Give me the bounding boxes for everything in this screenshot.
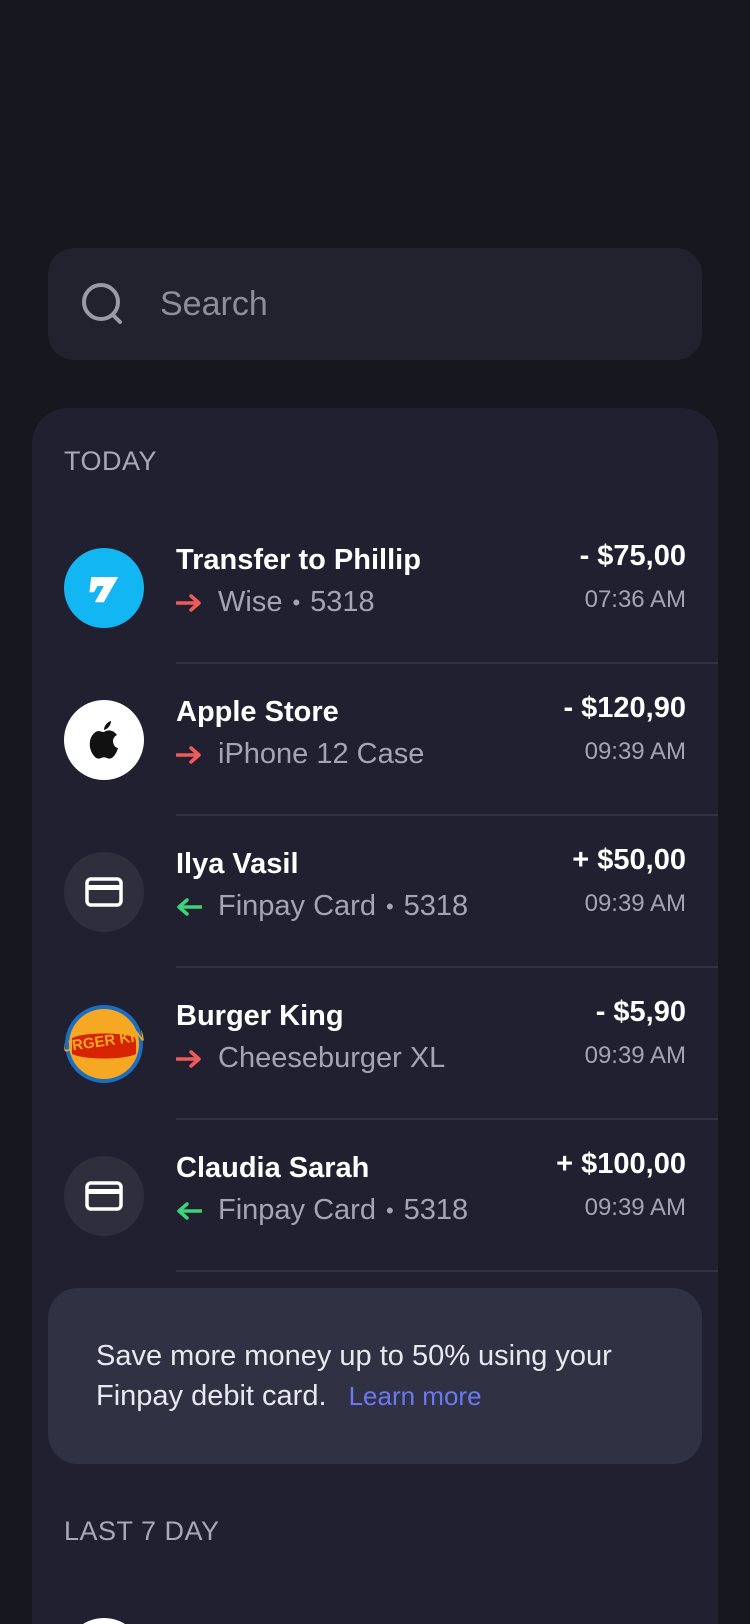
transaction-method: Finpay Card [218, 1194, 376, 1226]
transaction-amount: - $5,90 [595, 996, 686, 1028]
transaction-title: Claudia Sarah [176, 1152, 370, 1184]
search-input[interactable] [160, 284, 660, 324]
card-icon [64, 852, 144, 932]
transaction-amount: + $50,00 [572, 844, 686, 876]
card-last4: 5318 [403, 1194, 469, 1226]
promo-banner: Save more money up to 50% using your Fin… [48, 1288, 702, 1464]
transaction-row-claudia-sarah[interactable]: Claudia Sarah Finpay Card • 5318 + $100,… [32, 1120, 718, 1272]
search-bar[interactable] [48, 248, 702, 360]
transaction-subline: Wise • 5318 [176, 586, 375, 619]
transaction-subline: Finpay Card • 5318 [176, 1194, 468, 1227]
transaction-amount: - $120,90 [563, 692, 686, 724]
transaction-row-transfer-phillip[interactable]: Transfer to Phillip Wise • 5318 - $75,00… [32, 512, 718, 664]
transaction-time: 09:39 AM [584, 1194, 686, 1221]
transactions-panel: TODAY Transfer to Phillip Wise • 5318 - … [32, 408, 718, 1624]
transaction-title: Transfer to Phillip [176, 544, 421, 576]
avatar [64, 1618, 144, 1624]
card-last4: 5318 [310, 586, 375, 618]
transaction-title: Burger King [176, 1000, 344, 1032]
transaction-time: 09:39 AM [584, 738, 686, 765]
transaction-title: Apple Store [176, 696, 339, 728]
transaction-time: 09:39 AM [584, 1042, 686, 1069]
incoming-arrow-icon [177, 897, 202, 916]
transaction-time: 07:36 AM [584, 586, 686, 613]
transaction-method: Wise [218, 586, 283, 618]
learn-more-link[interactable]: Learn more [349, 1381, 482, 1411]
outgoing-arrow-icon [176, 593, 201, 612]
transaction-row-ilya-vasil[interactable]: Ilya Vasil Finpay Card • 5318 + $50,00 0… [32, 816, 718, 968]
transaction-row-burger-king[interactable]: BURGER KING Burger King Cheeseburger XL … [32, 968, 718, 1120]
outgoing-arrow-icon [176, 745, 201, 764]
transaction-row-apple-store[interactable]: Apple Store iPhone 12 Case - $120,90 09:… [32, 664, 718, 816]
transaction-subline: Finpay Card • 5318 [176, 890, 468, 923]
transaction-amount: - $75,00 [579, 540, 686, 572]
transaction-method: iPhone 12 Case [218, 738, 425, 770]
row-divider [176, 1270, 718, 1272]
transaction-subline: Cheeseburger XL [176, 1042, 445, 1075]
burger-king-logo-icon: BURGER KING [64, 1004, 144, 1084]
card-last4: 5318 [403, 890, 469, 922]
separator-dot: • [385, 1197, 394, 1223]
separator-dot: • [385, 893, 394, 919]
search-icon [82, 283, 122, 324]
section-today-label: TODAY [64, 446, 158, 476]
transaction-title: Ilya Vasil [176, 848, 299, 880]
transaction-method: Cheeseburger XL [218, 1042, 446, 1074]
transactions-screen: TODAY Transfer to Phillip Wise • 5318 - … [0, 0, 750, 1624]
card-icon [64, 1156, 144, 1236]
transaction-time: 09:39 AM [584, 890, 686, 917]
apple-logo-icon [64, 700, 144, 780]
transaction-amount: + $100,00 [556, 1148, 686, 1180]
wise-logo-icon [64, 548, 144, 628]
transaction-subline: iPhone 12 Case [176, 738, 424, 771]
section-last7-label: LAST 7 DAY [64, 1516, 220, 1546]
outgoing-arrow-icon [176, 1049, 201, 1068]
separator-dot: • [292, 589, 301, 615]
transaction-method: Finpay Card [218, 890, 376, 922]
incoming-arrow-icon [177, 1201, 202, 1220]
